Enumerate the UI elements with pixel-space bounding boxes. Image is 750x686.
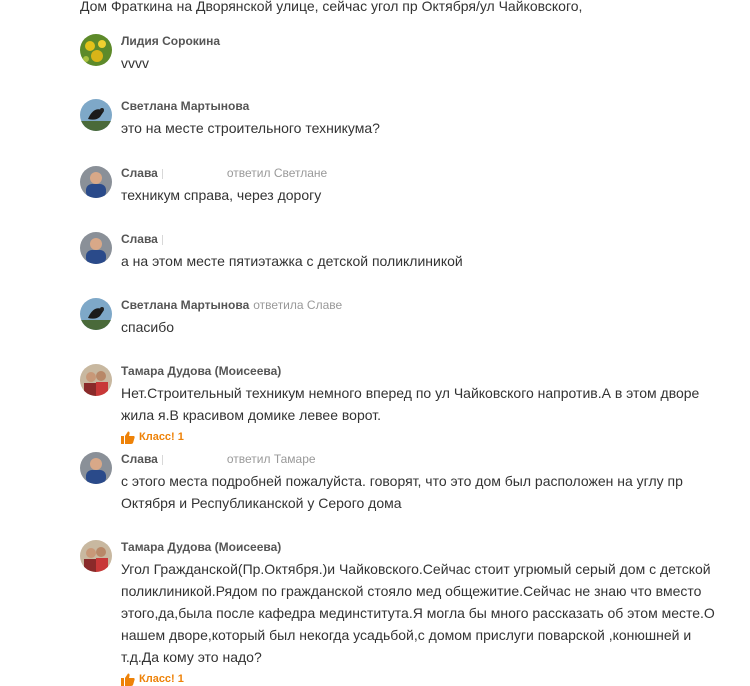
avatar[interactable] (80, 452, 112, 484)
avatar[interactable] (80, 232, 112, 264)
comment-text: спасибо (121, 319, 174, 335)
reply-to[interactable]: ответил Светлане (227, 166, 327, 180)
avatar[interactable] (80, 298, 112, 330)
thumbs-up-icon (121, 673, 135, 686)
thumbs-up-icon (121, 431, 135, 444)
comment-author[interactable]: Светлана Мартынова (121, 99, 249, 113)
like-count: Класс! 1 (139, 431, 184, 443)
comment-text: это на месте строительного техникума? (121, 120, 380, 136)
comment-text: а на этом месте пятиэтажка с детской пол… (121, 253, 463, 269)
avatar[interactable] (80, 540, 112, 572)
comment-author[interactable]: Слава (121, 166, 158, 180)
comment-author[interactable]: Слава (121, 452, 158, 466)
comment-text: Угол Гражданской(Пр.Октября.)и Чайковско… (121, 561, 715, 665)
comment-author[interactable]: Тамара Дудова (Моисеева) (121, 540, 281, 554)
like-button[interactable]: Класс! 1 (121, 672, 731, 686)
like-count: Класс! 1 (139, 673, 184, 685)
comment-author[interactable]: Светлана Мартынова (121, 298, 249, 312)
comment-text: Нет.Строительный техникум немного вперед… (121, 385, 700, 423)
comment-author[interactable]: Тамара Дудова (Моисеева) (121, 364, 281, 378)
reply-to[interactable]: ответила Славе (253, 298, 342, 312)
comment-author[interactable]: Лидия Сорокина (121, 34, 220, 48)
comment-author[interactable]: Слава (121, 232, 158, 246)
redacted-name (161, 454, 223, 465)
avatar[interactable] (80, 166, 112, 198)
avatar[interactable] (80, 34, 112, 66)
post-caption: Дом Фраткина на Дворянской улице, сейчас… (80, 0, 583, 14)
redacted-name (161, 234, 165, 245)
reply-to[interactable]: ответил Тамаре (227, 452, 316, 466)
like-button[interactable]: Класс! 1 (121, 430, 731, 444)
comment-text: техникум справа, через дорогу (121, 187, 322, 203)
comment-text: vvvv (121, 55, 149, 71)
avatar[interactable] (80, 364, 112, 396)
avatar[interactable] (80, 99, 112, 131)
redacted-name (161, 168, 223, 179)
comment-text: с этого места подробней пожалуйста. гово… (121, 473, 683, 511)
